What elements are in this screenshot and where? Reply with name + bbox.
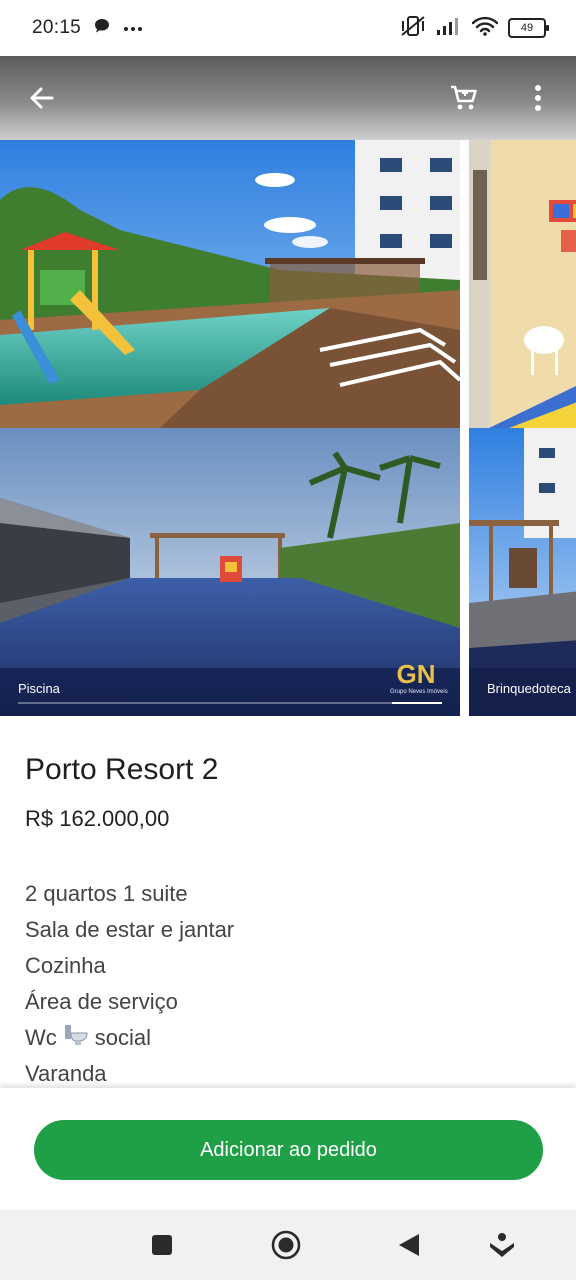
description-line: Cozinha xyxy=(25,953,106,978)
add-to-order-button[interactable]: Adicionar ao pedido xyxy=(34,1120,543,1180)
photo-caption: Piscina xyxy=(18,681,60,696)
image-gallery[interactable]: GN Grupo Neves Imóveis Piscina Brinquedo… xyxy=(0,140,576,718)
assistant-icon[interactable] xyxy=(485,1228,519,1262)
description-line: Varanda xyxy=(25,1061,107,1086)
chat-bubble-icon xyxy=(93,17,111,40)
recents-square-icon[interactable] xyxy=(145,1228,179,1262)
back-triangle-icon[interactable] xyxy=(392,1228,426,1262)
photo-caption: Brinquedoteca xyxy=(487,681,571,696)
playroom-photo-top xyxy=(469,140,576,428)
battery-icon: 49 xyxy=(508,18,549,38)
gallery-card-brinquedoteca[interactable]: Brinquedoteca xyxy=(469,140,576,716)
product-description: 2 quartos 1 suite Sala de estar e jantar… xyxy=(25,876,555,1092)
home-circle-icon[interactable] xyxy=(269,1228,303,1262)
product-title: Porto Resort 2 xyxy=(25,753,219,786)
bottom-action-bar: Adicionar ao pedido xyxy=(0,1088,576,1210)
pool-photo-bottom: GN Grupo Neves Imóveis Piscina xyxy=(0,428,460,716)
signal-icon xyxy=(436,16,462,41)
description-line: Wc social xyxy=(25,1020,555,1056)
logo-text: GN xyxy=(396,659,436,689)
status-bar: 20:15 49 xyxy=(0,0,576,56)
arrow-left-icon[interactable] xyxy=(22,78,62,118)
cart-icon[interactable] xyxy=(444,78,484,118)
description-line: 2 quartos 1 suite xyxy=(25,881,188,906)
status-right: 49 xyxy=(400,15,549,42)
photo-indicator xyxy=(18,702,442,704)
logo-subtext: Grupo Neves Imóveis xyxy=(390,689,448,695)
pool-photo-top xyxy=(0,140,460,428)
product-price: R$ 162.000,00 xyxy=(25,806,170,831)
status-left: 20:15 xyxy=(32,17,143,40)
product-details: Porto Resort 2 R$ 162.000,00 2 quartos 1… xyxy=(25,750,555,1092)
status-time: 20:15 xyxy=(32,17,82,38)
system-navigation-bar xyxy=(0,1210,576,1280)
gallery-card-piscina[interactable]: GN Grupo Neves Imóveis Piscina xyxy=(0,140,460,716)
description-line: Sala de estar e jantar xyxy=(25,917,235,942)
vibrate-off-icon xyxy=(400,15,426,42)
more-vert-icon[interactable] xyxy=(518,78,558,118)
description-line: Área de serviço xyxy=(25,989,178,1014)
wifi-icon xyxy=(471,16,499,41)
playroom-photo-bottom: Brinquedoteca xyxy=(469,428,576,716)
toilet-icon xyxy=(63,1020,89,1057)
more-dots-icon xyxy=(123,19,143,37)
app-bar xyxy=(0,56,576,140)
company-logo: GN Grupo Neves Imóveis xyxy=(390,659,448,696)
